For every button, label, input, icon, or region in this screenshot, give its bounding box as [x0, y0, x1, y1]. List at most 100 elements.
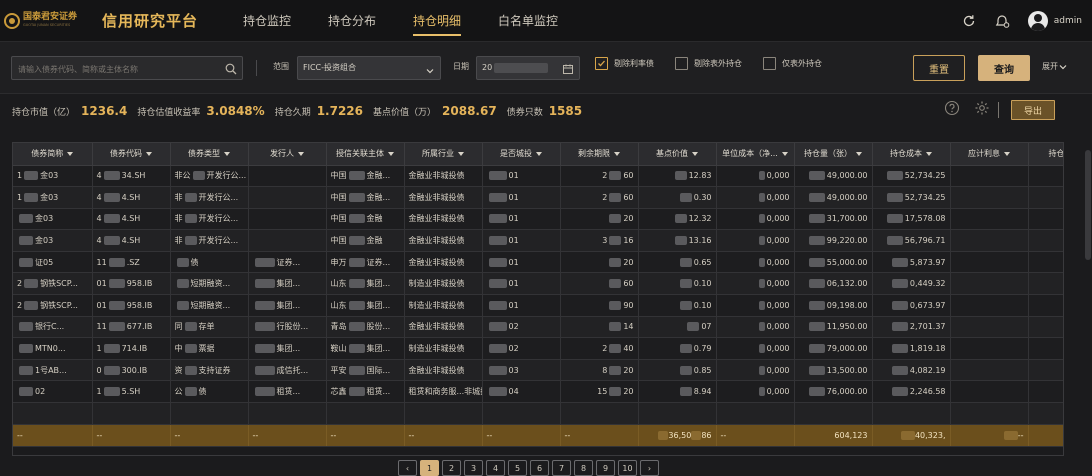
- column-header[interactable]: 所属行业: [404, 143, 483, 166]
- table-cell: 76,000.00: [794, 380, 873, 404]
- table-row[interactable]: 0215.SH公债租赁...芯鑫租赁...租赁和商务服...非城投债041520…: [13, 380, 1063, 404]
- table-cell: 5,873.97: [872, 251, 951, 274]
- table-row[interactable]: 1号AB... 0 300.IB 资支持证券 成信托... 平安 国际... 金融业非城投债 0…: [13, 359, 1063, 382]
- summary-stats: 持仓市值（亿） 1236.4 持仓估值收益率 3.0848% 持仓久期 1.72…: [0, 94, 1092, 128]
- scope-select[interactable]: FICC-投资组合: [297, 56, 441, 80]
- page-button[interactable]: 9: [596, 460, 615, 476]
- username[interactable]: admin: [1054, 16, 1082, 26]
- only-offbalance-checkbox[interactable]: 仅表外持仓: [763, 57, 822, 70]
- column-header[interactable]: 授信关联主体: [326, 143, 405, 166]
- bond-count-value: 1585: [548, 104, 583, 118]
- brand-logo[interactable]: 国泰君安证券 GUOTAI JUNAN SECURITIES: [4, 12, 96, 29]
- table-row[interactable]: 1 金03 4 34.SH 非公 开发行公... 中国 金融... 金融业非城投债 01 2 60 12…: [13, 165, 1063, 188]
- table-row[interactable]: 银行C... 11 677.IB 同存单 行股份... 青岛 股份... 金融业非城投债 02 1…: [13, 316, 1063, 339]
- date-picker[interactable]: 20: [476, 56, 580, 80]
- exclude-rate-bonds-checkbox[interactable]: 剔除利率债: [595, 57, 654, 70]
- page-button[interactable]: 6: [530, 460, 549, 476]
- nav-item-holding-detail[interactable]: 持仓明细: [413, 0, 462, 42]
- page-button[interactable]: 2: [442, 460, 461, 476]
- page-button[interactable]: 1: [420, 460, 439, 476]
- redacted-text: [348, 171, 365, 181]
- redacted-text: [758, 257, 765, 267]
- column-header[interactable]: 持仓成本: [872, 143, 951, 166]
- column-header[interactable]: 债券简称: [13, 143, 93, 166]
- gear-icon[interactable]: [974, 100, 990, 120]
- page-button[interactable]: 4: [486, 460, 505, 476]
- page-button[interactable]: 10: [618, 460, 637, 476]
- redacted-text: [900, 430, 915, 440]
- market-value: 1236.4: [81, 104, 128, 118]
- table-cell: 0.79: [638, 337, 717, 360]
- redacted-text: [679, 300, 692, 310]
- holdings-table: 债券简称 债券代码 债券类型 发行人 授信关联主体 所属行业 是否城投 剩余期限…: [12, 142, 1064, 456]
- table-scrollbar[interactable]: [1085, 150, 1091, 260]
- table-row[interactable]: MTN0... 1 714.IB 中票据 集团... 鞍山 集团... 制造业非城投债 02 2 4…: [13, 337, 1063, 360]
- notification-settings-icon[interactable]: [994, 12, 1012, 30]
- expand-toggle[interactable]: 展开: [1042, 61, 1068, 72]
- table-cell: 租赁和商务服...非城投债: [404, 380, 483, 404]
- refresh-icon[interactable]: [960, 12, 978, 30]
- redacted-text: [808, 236, 825, 246]
- table-row[interactable]: 金03 4 4.SH 非开发行公... 中国 金融 金融业非城投债 01 3 16 13.16 0,0…: [13, 229, 1063, 252]
- calendar-icon[interactable]: [562, 62, 574, 74]
- column-header[interactable]: 单位成本（净...: [716, 143, 795, 166]
- table-cell: 49,000.00: [794, 186, 873, 209]
- table-cell: [404, 402, 483, 425]
- scope-label: 范围: [273, 62, 289, 71]
- redacted-text: [886, 171, 903, 181]
- table-cell: [1028, 402, 1063, 425]
- table-row[interactable]: [13, 402, 1063, 425]
- table-row[interactable]: 2 钢铁SCP... 01 958.IB 短期融资... 集团... 山东 集团... 制造业非…: [13, 272, 1063, 296]
- exclude-offbalance-checkbox[interactable]: 剔除表外持仓: [675, 57, 742, 70]
- column-header[interactable]: 剩余期限: [560, 143, 639, 166]
- table-row[interactable]: 金03 4 4.SH 非开发行公... 中国 金融 金融业非城投债 01 20 12.32 0,00…: [13, 208, 1063, 231]
- table-row[interactable]: 1 金03 4 4.SH 非开发行公... 中国 金融... 金融业非城投债 01 2 60 0.30…: [13, 186, 1063, 209]
- table-cell: 0.65: [638, 251, 717, 274]
- help-icon[interactable]: [944, 100, 960, 120]
- dv01-value: 2088.67: [442, 104, 497, 118]
- column-header[interactable]: 应计利息: [950, 143, 1029, 166]
- redacted-text: [488, 192, 507, 202]
- user-avatar[interactable]: [1027, 11, 1048, 31]
- table-row[interactable]: 证05 11 .SZ 债证券... 申万 证券... 金融业非城投债 01 20 0.65 0,00…: [13, 251, 1063, 274]
- table-cell: 20: [560, 208, 639, 231]
- next-page-button[interactable]: ›: [640, 460, 659, 476]
- column-header[interactable]: 是否城投: [482, 143, 561, 166]
- query-button[interactable]: 查询: [978, 55, 1030, 81]
- column-header[interactable]: 债券代码: [92, 143, 171, 166]
- table-row[interactable]: 2 钢铁SCP... 01 958.IB 短期融资... 集团... 山东 集团... 制造业非…: [13, 294, 1063, 317]
- search-input[interactable]: [12, 58, 212, 81]
- table-cell: 11 677.IB: [92, 316, 171, 339]
- redacted-text: [488, 257, 507, 267]
- nav-item-holding-distribution[interactable]: 持仓分布: [328, 0, 376, 42]
- logo-name: 国泰君安证券: [23, 12, 78, 23]
- search-icon[interactable]: [224, 61, 238, 75]
- column-header[interactable]: 基点价值: [638, 143, 717, 166]
- column-header[interactable]: 债券类型: [170, 143, 249, 166]
- page-button[interactable]: 8: [574, 460, 593, 476]
- page-button[interactable]: 3: [464, 460, 483, 476]
- nav-item-holding-monitor[interactable]: 持仓监控: [243, 0, 291, 42]
- redacted-text: [348, 214, 365, 224]
- bond-count-label: 债券只数: [506, 107, 543, 118]
- redacted-text: [808, 365, 825, 375]
- nav-item-whitelist-monitor[interactable]: 白名单监控: [498, 0, 558, 42]
- export-button[interactable]: 导出: [1011, 100, 1055, 120]
- redacted-text: [758, 365, 765, 375]
- table-cell: 资支持证券: [170, 359, 249, 382]
- column-header[interactable]: 持仓: [1028, 143, 1063, 166]
- redacted-text: [348, 322, 365, 332]
- column-header[interactable]: 持仓量（张）: [794, 143, 873, 166]
- table-cell: 0.10: [638, 272, 717, 296]
- reset-button[interactable]: 重置: [913, 55, 965, 81]
- page-button[interactable]: 7: [552, 460, 571, 476]
- redacted-text: [808, 192, 825, 202]
- expand-label: 展开: [1042, 62, 1058, 71]
- redacted-text: [348, 387, 365, 397]
- redacted-text: [679, 257, 692, 267]
- redacted-text: [19, 322, 33, 332]
- prev-page-button[interactable]: ‹: [398, 460, 417, 476]
- page-button[interactable]: 5: [508, 460, 527, 476]
- column-header[interactable]: 发行人: [248, 143, 327, 166]
- redacted-text: [886, 214, 903, 224]
